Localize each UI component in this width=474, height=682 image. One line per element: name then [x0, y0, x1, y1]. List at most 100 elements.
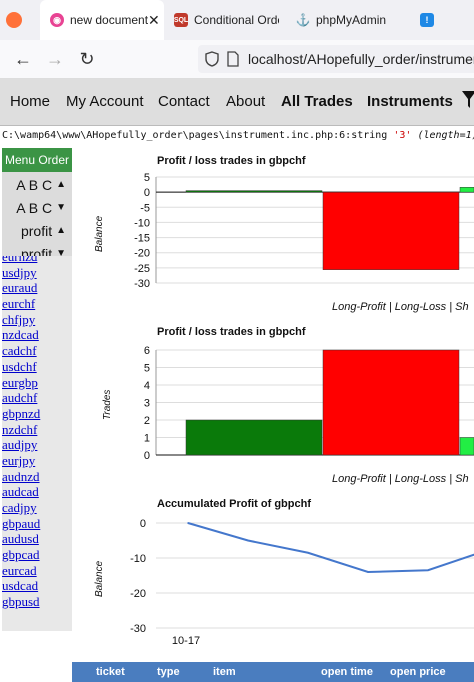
- tab-extra[interactable]: !: [420, 0, 460, 40]
- chart2-ytick: 4: [144, 380, 150, 392]
- instrument-link-eurcad[interactable]: eurcad: [2, 563, 72, 579]
- sort-abc-asc[interactable]: A B C ▲: [2, 173, 72, 196]
- menu-about[interactable]: About: [226, 93, 265, 110]
- instrument-link-usdjpy[interactable]: usdjpy: [2, 265, 72, 281]
- sort-abc-desc[interactable]: A B C ▼: [2, 196, 72, 219]
- arrow-up-icon: ▲: [56, 225, 66, 236]
- sort-label: profit: [20, 222, 53, 239]
- chart3-title: Accumulated Profit of gbpchf: [157, 498, 311, 510]
- chart2-ytick: 3: [144, 398, 150, 410]
- instrument-link-gbpnzd[interactable]: gbpnzd: [2, 406, 72, 422]
- tab-new-document[interactable]: ◉ new document ✕: [40, 0, 164, 40]
- instrument-link-eurgbp[interactable]: eurgbp: [2, 375, 72, 391]
- instrument-link-nzdchf[interactable]: nzdchf: [2, 422, 72, 438]
- chart2-ytick: 1: [144, 433, 150, 445]
- menu-contact[interactable]: Contact: [158, 93, 210, 110]
- menu-all-trades[interactable]: All Trades: [281, 93, 353, 110]
- phpmyadmin-icon: ⚓: [296, 13, 311, 27]
- url-bar[interactable]: localhost/AHopefully_order/instrument.p: [198, 45, 474, 73]
- sort-panel: A B C ▲ A B C ▼ profit ▲ profit ▼: [2, 172, 72, 264]
- col-type[interactable]: type: [157, 666, 180, 678]
- instrument-list: eurnzd usdjpy euraud eurchf chfjpy nzdcad cadc…: [2, 256, 72, 631]
- instrument-link-gbpcad[interactable]: gbpcad: [2, 547, 72, 563]
- instrument-link-cadjpy[interactable]: cadjpy: [2, 500, 72, 516]
- close-icon[interactable]: ✕: [148, 12, 160, 29]
- chart3-point: [307, 551, 309, 554]
- chart2-title: Profit / loss trades in gbpchf: [157, 326, 306, 338]
- chart1-bar-long-loss: [322, 191, 460, 270]
- chart3-ytick: -10: [130, 553, 146, 565]
- instrument-link-eurnzd[interactable]: eurnzd: [2, 256, 72, 265]
- chart3-point: [187, 522, 189, 524]
- sort-label: A B C: [16, 199, 53, 216]
- instrument-link-audchf[interactable]: audchf: [2, 390, 72, 406]
- blue-tab-icon: !: [420, 13, 434, 27]
- instrument-link-gbpaud[interactable]: gbpaud: [2, 516, 72, 532]
- browser-tab-bar: ◉ new document ✕ SQL Conditional Order ⚓…: [0, 0, 474, 40]
- arrow-down-icon: ▼: [56, 202, 66, 213]
- debug-output: C:\wamp64\www\AHopefully_order\pages\ins…: [2, 130, 474, 141]
- page-info-icon[interactable]: [226, 51, 240, 67]
- chart2-bar-sh: [459, 437, 474, 456]
- site-menu-bar: Home My Account Contact About All Trades…: [0, 79, 474, 126]
- reload-icon[interactable]: ↻: [76, 48, 98, 70]
- menu-my-account[interactable]: My Account: [66, 93, 144, 110]
- chart2-ytick: 5: [144, 363, 150, 375]
- chart1-ytick: -30: [134, 278, 150, 290]
- menu-home[interactable]: Home: [10, 93, 50, 110]
- sort-label: A B C: [16, 176, 53, 193]
- instrument-link-audnzd[interactable]: audnzd: [2, 469, 72, 485]
- instrument-link-audjpy[interactable]: audjpy: [2, 437, 72, 453]
- col-item[interactable]: item: [213, 666, 236, 678]
- chart2-bar-long-profit: [185, 419, 323, 456]
- tab-conditional-order[interactable]: SQL Conditional Order: [174, 0, 279, 40]
- instrument-link-usdchf[interactable]: usdchf: [2, 359, 72, 375]
- tab-label: phpMyAdmin: [316, 13, 387, 27]
- trades-table-header: ticket type item open time open price: [72, 662, 474, 682]
- chart3-point: [247, 539, 249, 542]
- chart3-ytick: -20: [130, 588, 146, 600]
- page-icon: ◉: [50, 13, 64, 27]
- chart1-legend: Long-Profit | Long-Loss | Sh: [332, 301, 469, 313]
- menu-instruments[interactable]: Instruments: [367, 93, 453, 110]
- chart1-ylabel: Balance: [94, 215, 105, 252]
- sort-profit-asc[interactable]: profit ▲: [2, 219, 72, 242]
- instrument-link-eurjpy[interactable]: eurjpy: [2, 453, 72, 469]
- chart1-ytick: 0: [144, 187, 150, 199]
- col-open-price[interactable]: open price: [390, 666, 446, 678]
- chart1-plot: 5 0 -5 -10 -15 -20 -25 -30: [134, 172, 474, 290]
- chart1-ytick: 5: [144, 172, 150, 184]
- filter-icon[interactable]: [462, 90, 474, 110]
- chart1-bar-long-profit: [185, 190, 323, 193]
- chart1-title: Profit / loss trades in gbpchf: [157, 155, 306, 167]
- chart1-bar-sh: [459, 187, 474, 193]
- tab-phpmyadmin[interactable]: ⚓ phpMyAdmin: [296, 0, 396, 40]
- debug-value: '3': [393, 130, 412, 141]
- chart3-plot: 0 -10 -20 -30 10-17: [130, 518, 474, 647]
- instrument-link-gbpusd[interactable]: gbpusd: [2, 594, 72, 610]
- instrument-link-euraud[interactable]: euraud: [2, 280, 72, 296]
- firefox-tab[interactable]: [6, 0, 36, 40]
- instrument-link-chfjpy[interactable]: chfjpy: [2, 312, 72, 328]
- col-ticket[interactable]: ticket: [96, 666, 125, 678]
- chart1-ytick: -25: [134, 263, 150, 275]
- url-text: localhost/AHopefully_order/instrument.p: [248, 51, 474, 67]
- instrument-link-nzdcad[interactable]: nzdcad: [2, 327, 72, 343]
- instrument-link-audcad[interactable]: audcad: [2, 484, 72, 500]
- tab-label: Conditional Order: [194, 13, 279, 27]
- chart2-legend: Long-Profit | Long-Loss | Sh: [332, 473, 469, 485]
- debug-path: C:\wamp64\www\AHopefully_order\pages\ins…: [2, 130, 394, 141]
- instrument-link-audusd[interactable]: audusd: [2, 531, 72, 547]
- tab-label: new document: [70, 13, 149, 27]
- chart3-ytick: -30: [130, 623, 146, 635]
- chart2-ytick: 2: [144, 415, 150, 427]
- instrument-link-usdcad[interactable]: usdcad: [2, 578, 72, 594]
- chart1-ytick: -10: [134, 217, 150, 229]
- instrument-link-eurchf[interactable]: eurchf: [2, 296, 72, 312]
- col-open-time[interactable]: open time: [321, 666, 373, 678]
- chart1-ytick: -5: [140, 202, 150, 214]
- back-arrow-icon[interactable]: ←: [12, 48, 34, 70]
- chart3-point: [367, 571, 369, 573]
- instrument-link-cadchf[interactable]: cadchf: [2, 343, 72, 359]
- forward-arrow-icon[interactable]: →: [44, 48, 66, 70]
